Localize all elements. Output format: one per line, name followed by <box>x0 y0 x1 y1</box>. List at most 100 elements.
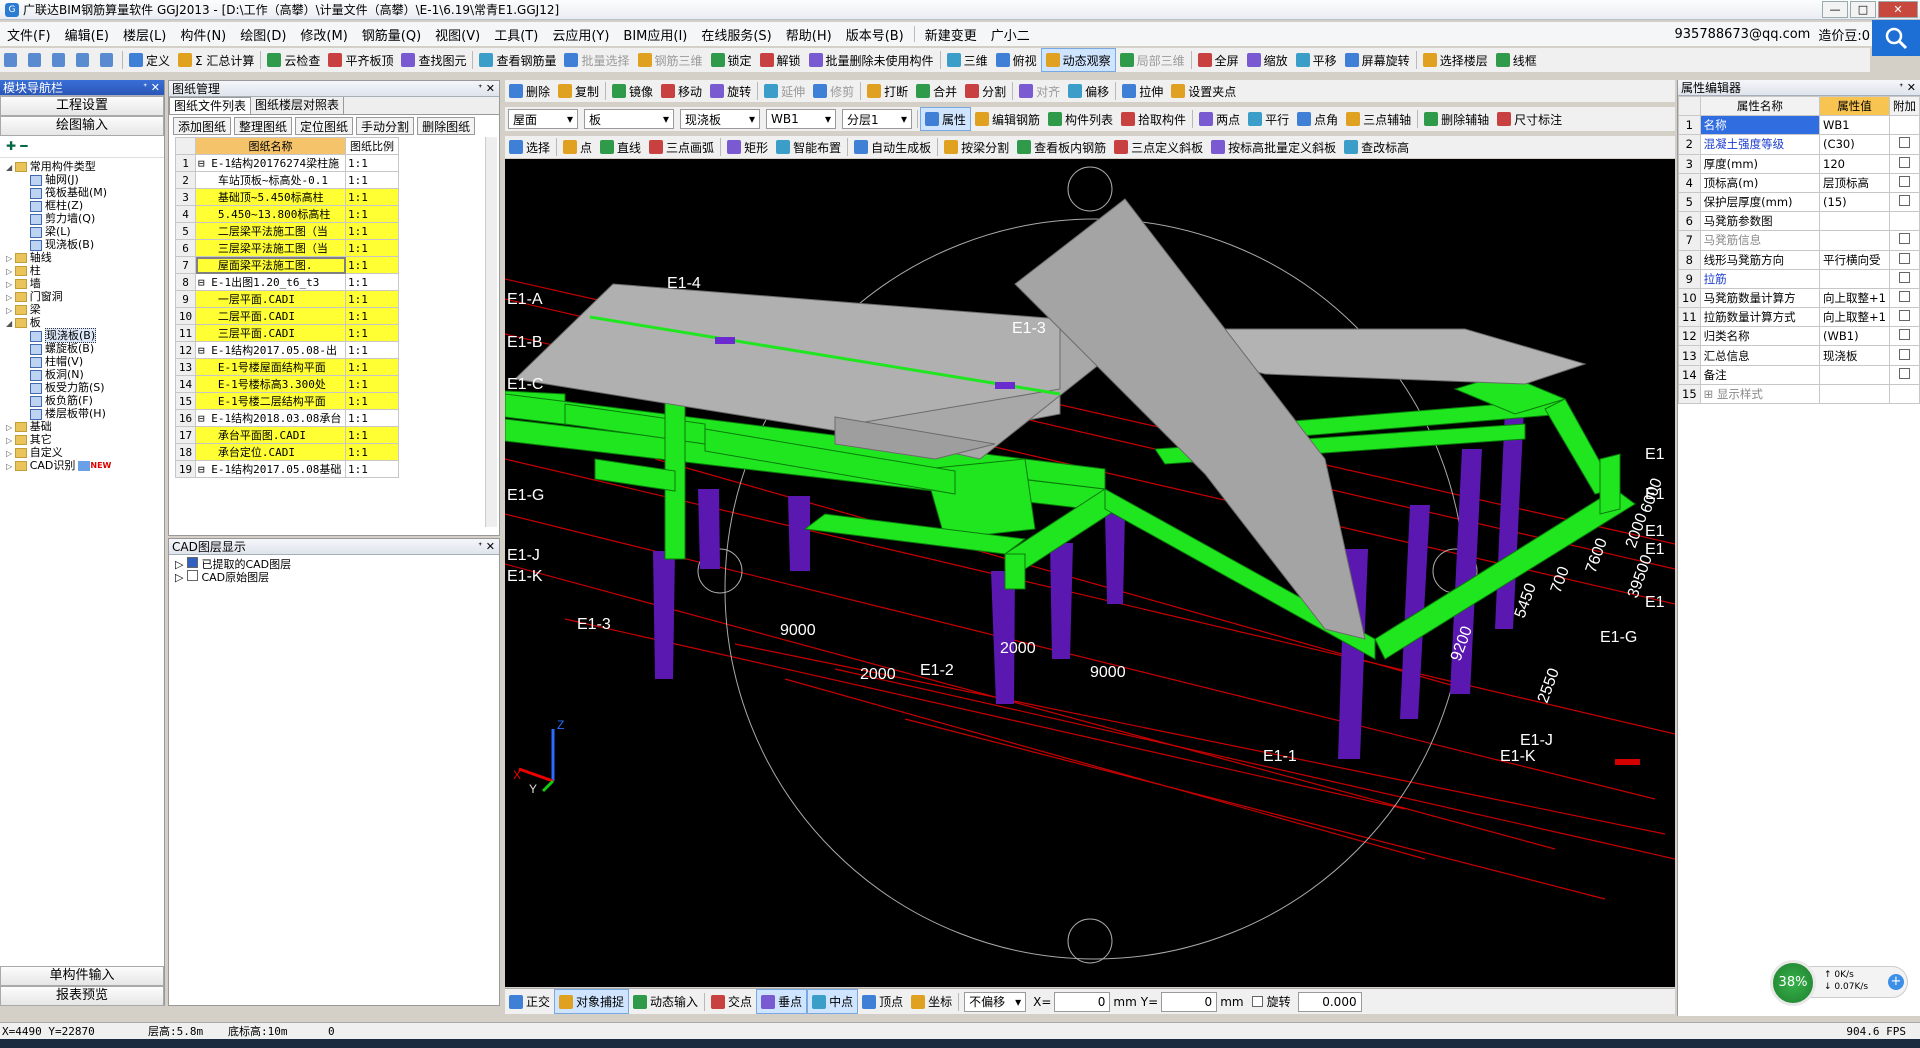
toolbar-button[interactable]: 编辑钢筋 <box>971 107 1044 131</box>
table-row[interactable]: 6 马凳筋参数图 <box>1678 211 1920 232</box>
table-row[interactable]: 3 厚度(mm) 120 <box>1678 153 1920 174</box>
property-extra-cell[interactable] <box>1889 153 1920 174</box>
table-row[interactable]: 10 二层平面.CADI 1:1 <box>175 307 399 325</box>
snap-toggle[interactable]: 正交 <box>505 989 554 1014</box>
drawing-name-cell[interactable]: 二层平面.CADI <box>195 307 346 325</box>
tree-folder[interactable]: ▷ 自定义 <box>2 446 162 459</box>
property-value-cell[interactable]: 平行横向受 <box>1819 249 1890 270</box>
drawing-scale-cell[interactable]: 1:1 <box>345 443 399 461</box>
toolbar-button[interactable]: 偏移 <box>1064 80 1113 102</box>
table-row[interactable]: 17 承台平面图.CADI 1:1 <box>175 426 399 444</box>
table-row[interactable]: 9 一层平面.CADI 1:1 <box>175 290 399 308</box>
toolbar-button[interactable]: 点 <box>559 136 596 158</box>
snap-toggle[interactable]: 动态输入 <box>629 989 702 1014</box>
project-settings-button[interactable]: 工程设置 <box>0 96 164 116</box>
drawing-input-button[interactable]: 绘图输入 <box>0 116 164 136</box>
toolbar-button[interactable]: 云检查 <box>263 48 324 72</box>
toolbar-button[interactable]: 屏幕旋转 <box>1341 48 1414 72</box>
expand-toggle-icon[interactable]: ▷ <box>6 254 15 263</box>
3d-viewport[interactable]: E1-A E1-B E1-C E1-G E1-J E1-K E1-4 E1-3 … <box>505 159 1675 987</box>
tree-folder[interactable]: ▷ 梁 <box>2 303 162 316</box>
table-row[interactable]: 9 拉筋 <box>1678 268 1920 289</box>
offset-select[interactable]: 不偏移 ▾ <box>964 991 1027 1012</box>
drawing-name-cell[interactable]: 车站顶板~标高处-0.1 <box>195 171 346 189</box>
snap-toggle[interactable]: 中点 <box>807 989 859 1014</box>
toolbar-button[interactable]: 构件列表 <box>1044 107 1117 131</box>
table-row[interactable]: 19 ⊟ E-1结构2017.05.08基础 1:1 <box>175 460 399 478</box>
property-value-cell[interactable] <box>1819 383 1890 405</box>
drawing-scale-cell[interactable]: 1:1 <box>345 324 399 342</box>
table-row[interactable]: 4 顶标高(m) 层顶标高 <box>1678 172 1920 193</box>
checkbox[interactable] <box>1899 175 1910 187</box>
drawing-scale-cell[interactable]: 1:1 <box>345 392 399 410</box>
drawing-action-button[interactable]: 整理图纸 <box>234 117 293 135</box>
table-row[interactable]: 11 拉筋数量计算方式 向上取整+1 <box>1678 307 1920 328</box>
toolbar-button[interactable]: 三点辅轴 <box>1342 107 1415 131</box>
drawing-name-cell[interactable]: ⊟ E-1结构20176274梁柱施 <box>195 154 346 172</box>
tree-item[interactable]: 筏板基础(M) <box>2 186 162 199</box>
toolbar-button[interactable]: 镜像 <box>608 80 657 102</box>
property-extra-cell[interactable] <box>1889 172 1920 193</box>
menu-item[interactable]: 云应用(Y) <box>545 25 616 44</box>
table-row[interactable]: 8 ⊟ E-1出图1.20_t6_t3 1:1 <box>175 273 399 291</box>
drawing-scale-cell[interactable]: 1:1 <box>345 205 399 223</box>
property-value-cell[interactable] <box>1819 268 1890 289</box>
snap-toggle[interactable]: 交点 <box>707 989 756 1014</box>
snap-toggle[interactable]: 对象捕捉 <box>554 989 630 1014</box>
property-value-cell[interactable]: (WB1) <box>1819 326 1890 347</box>
property-value-cell[interactable]: 向上取整+1 <box>1819 307 1890 328</box>
tree-item[interactable]: 板洞(N) <box>2 368 162 381</box>
toolbar-button[interactable]: 平移 <box>1292 48 1341 72</box>
menu-item[interactable]: 绘图(D) <box>233 25 293 44</box>
property-extra-cell[interactable] <box>1889 345 1920 366</box>
tree-folder[interactable]: ▷ 墙 <box>2 277 162 290</box>
table-row[interactable]: 15 ⊞ 显示样式 <box>1678 383 1920 405</box>
table-row[interactable]: 14 E-1号楼标高3.300处 1:1 <box>175 375 399 393</box>
drawing-scale-cell[interactable]: 1:1 <box>345 307 399 325</box>
toolbar-button[interactable]: 查看板内钢筋 <box>1013 136 1110 158</box>
toolbar-button[interactable]: 设置夹点 <box>1167 80 1240 102</box>
toolbar-button[interactable]: 自动生成板 <box>850 136 935 158</box>
toolbar-button[interactable]: 三点画弧 <box>645 136 718 158</box>
expand-toggle-icon[interactable]: ▷ <box>6 423 15 432</box>
expand-toggle-icon[interactable]: ▷ <box>6 293 15 302</box>
checkbox[interactable] <box>1899 252 1910 264</box>
drawing-name-cell[interactable]: E-1号楼屋面结构平面 <box>195 358 346 376</box>
tree-item[interactable]: 剪力墙(Q) <box>2 212 162 225</box>
snap-toggle[interactable]: 坐标 <box>907 989 956 1014</box>
toolbar-button[interactable]: 对齐 <box>1015 80 1064 102</box>
expand-toggle-icon[interactable]: ▷ <box>6 462 15 471</box>
toolbar-button[interactable]: 分割 <box>961 80 1010 102</box>
toolbar-button[interactable]: 智能布置 <box>772 136 845 158</box>
property-value-cell[interactable]: 向上取整+1 <box>1819 287 1890 309</box>
table-row[interactable]: 6 三层梁平法施工图（当 1:1 <box>175 239 399 257</box>
drawing-scale-cell[interactable]: 1:1 <box>345 460 399 478</box>
tree-folder[interactable]: ◢ 常用构件类型 <box>2 160 162 173</box>
drawing-name-cell[interactable]: 基础顶~5.450标高柱 <box>195 188 346 206</box>
menu-item[interactable]: 编辑(E) <box>58 25 116 44</box>
checkbox[interactable] <box>1899 195 1910 207</box>
drawing-name-cell[interactable]: ⊟ E-1结构2017.05.08基础 <box>195 460 346 478</box>
property-extra-cell[interactable] <box>1889 268 1920 289</box>
drawing-action-button[interactable]: 添加图纸 <box>173 117 232 135</box>
open-file-icon[interactable] <box>24 48 48 72</box>
property-value-cell[interactable] <box>1819 211 1890 232</box>
table-row[interactable]: 1 ⊟ E-1结构20176274梁柱施 1:1 <box>175 154 399 172</box>
drawing-scale-cell[interactable]: 1:1 <box>345 290 399 308</box>
property-extra-cell[interactable] <box>1889 191 1920 213</box>
component-select[interactable]: 板 ▾ <box>584 109 674 129</box>
table-row[interactable]: 5 保护层厚度(mm) (15) <box>1678 191 1920 213</box>
tree-item[interactable]: 现浇板(B) <box>2 328 162 343</box>
menu-item[interactable]: 在线服务(S) <box>694 25 778 44</box>
property-value-cell[interactable]: 120 <box>1819 153 1890 174</box>
property-value-cell[interactable] <box>1819 364 1890 385</box>
tree-item[interactable]: 螺旋板(B) <box>2 342 162 355</box>
table-row[interactable]: 10 马凳筋数量计算方 向上取整+1 <box>1678 287 1920 309</box>
toolbar-button[interactable]: 选择 <box>505 136 554 158</box>
toolbar-button[interactable]: 两点 <box>1195 107 1244 131</box>
table-row[interactable]: 7 马凳筋信息 <box>1678 230 1920 251</box>
table-row[interactable]: 13 E-1号楼屋面结构平面 1:1 <box>175 358 399 376</box>
table-row[interactable]: 4 5.450~13.800标高柱 1:1 <box>175 205 399 223</box>
tree-item[interactable]: 框柱(Z) <box>2 199 162 212</box>
undo-icon[interactable] <box>72 48 96 72</box>
